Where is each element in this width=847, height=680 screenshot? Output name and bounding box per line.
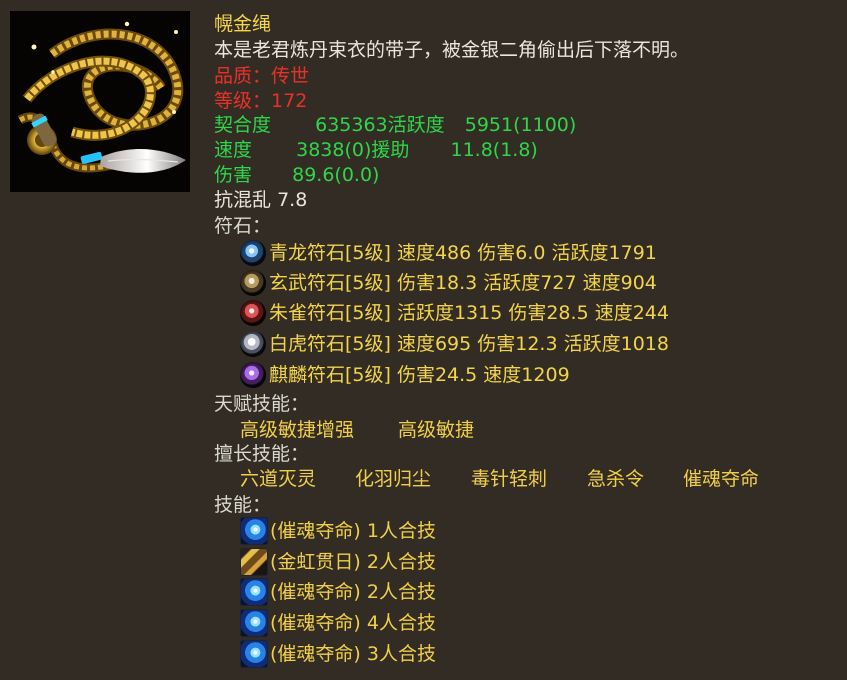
blue-vortex-skill-icon xyxy=(240,517,268,545)
white-tiger-rune-icon xyxy=(240,331,266,357)
speed-label: 速度 xyxy=(214,139,253,161)
rune-row: 白虎符石[5级] 速度695 伤害12.3 活跃度1018 xyxy=(240,330,669,358)
skill-row: (催魂夺命) 3人合技 xyxy=(240,640,436,668)
blue-vortex-skill-icon xyxy=(240,640,268,668)
anti-chaos-line: 抗混乱 7.8 xyxy=(214,188,307,212)
rune-text: 麒麟符石[5级] 伤害24.5 速度1209 xyxy=(269,364,570,386)
activity-value: 5951(1100) xyxy=(464,114,577,136)
activity-label: 活跃度 xyxy=(387,114,445,136)
skill-text: (催魂夺命) 3人合技 xyxy=(270,643,436,665)
specialty-item: 毒针轻刺 xyxy=(471,468,548,490)
assist-value: 11.8(1.8) xyxy=(450,139,538,161)
rune-row: 朱雀符石[5级] 活跃度1315 伤害28.5 速度244 xyxy=(240,299,669,327)
item-image xyxy=(10,11,190,192)
item-name: 幌金绳 xyxy=(214,13,272,35)
speed-line: 速度 3838(0)援助 11.8(1.8) xyxy=(214,138,538,162)
affinity-value: 635363 xyxy=(315,114,388,136)
golden-rope-illustration xyxy=(10,11,190,192)
skill-text: (金虹贯日) 2人合技 xyxy=(270,551,436,573)
anti-chaos-value: 7.8 xyxy=(277,189,308,211)
specialty-item: 急杀令 xyxy=(587,468,645,490)
rune-text: 朱雀符石[5级] 活跃度1315 伤害28.5 速度244 xyxy=(269,302,669,324)
rune-text: 青龙符石[5级] 速度486 伤害6.0 活跃度1791 xyxy=(269,242,657,264)
golden-rainbow-skill-icon xyxy=(240,548,268,576)
blue-vortex-skill-icon xyxy=(240,578,268,606)
rune-row: 青龙符石[5级] 速度486 伤害6.0 活跃度1791 xyxy=(240,239,657,267)
quality-label: 品质： xyxy=(214,65,272,87)
rune-text: 白虎符石[5级] 速度695 伤害12.3 活跃度1018 xyxy=(269,333,669,355)
quality-line: 品质：传世 xyxy=(214,64,309,88)
skill-text: (催魂夺命) 2人合技 xyxy=(270,581,436,603)
specialty-item: 六道灭灵 xyxy=(240,468,317,490)
runes-title: 符石： xyxy=(214,215,272,237)
skill-row: (催魂夺命) 1人合技 xyxy=(240,517,436,545)
speed-value: 3838(0) xyxy=(296,139,372,161)
damage-value: 89.6(0.0) xyxy=(292,164,380,186)
item-tooltip: 幌金绳 本是老君炼丹束衣的带子，被金银二角偷出后下落不明。 品质：传世 等级：1… xyxy=(0,0,847,680)
level-line: 等级：172 xyxy=(214,89,307,113)
assist-label: 援助 xyxy=(371,139,410,161)
blue-vortex-skill-icon xyxy=(240,609,268,637)
skill-text: (催魂夺命) 1人合技 xyxy=(270,520,436,542)
qilin-rune-icon xyxy=(240,362,266,388)
specialty-item: 化羽归尘 xyxy=(355,468,432,490)
skill-row: (催魂夺命) 4人合技 xyxy=(240,609,436,637)
skill-text: (催魂夺命) 4人合技 xyxy=(270,612,436,634)
vermilion-bird-rune-icon xyxy=(240,300,266,326)
anti-chaos-label: 抗混乱 xyxy=(214,189,272,211)
damage-line: 伤害 89.6(0.0) xyxy=(214,163,379,187)
item-description: 本是老君炼丹束衣的带子，被金银二角偷出后下落不明。 xyxy=(214,39,690,61)
talent-title: 天赋技能： xyxy=(214,393,310,415)
specialty-title: 擅长技能： xyxy=(214,443,310,465)
rune-text: 玄武符石[5级] 伤害18.3 活跃度727 速度904 xyxy=(269,272,657,294)
affinity-label: 契合度 xyxy=(214,114,272,136)
talent-item: 高级敏捷 xyxy=(398,419,475,441)
level-value: 172 xyxy=(271,90,308,112)
rune-row: 玄武符石[5级] 伤害18.3 活跃度727 速度904 xyxy=(240,269,657,297)
azure-dragon-rune-icon xyxy=(240,240,266,266)
talent-item: 高级敏捷增强 xyxy=(240,419,355,441)
black-tortoise-rune-icon xyxy=(240,270,266,296)
skill-row: (金虹贯日) 2人合技 xyxy=(240,548,436,576)
skill-row: (催魂夺命) 2人合技 xyxy=(240,578,436,606)
specialty-item: 催魂夺命 xyxy=(683,468,760,490)
level-label: 等级： xyxy=(214,90,272,112)
quality-value: 传世 xyxy=(271,65,310,87)
damage-label: 伤害 xyxy=(214,164,253,186)
skills-title: 技能： xyxy=(214,494,272,516)
rune-row: 麒麟符石[5级] 伤害24.5 速度1209 xyxy=(240,361,570,389)
affinity-line: 契合度 635363活跃度 5951(1100) xyxy=(214,113,576,137)
